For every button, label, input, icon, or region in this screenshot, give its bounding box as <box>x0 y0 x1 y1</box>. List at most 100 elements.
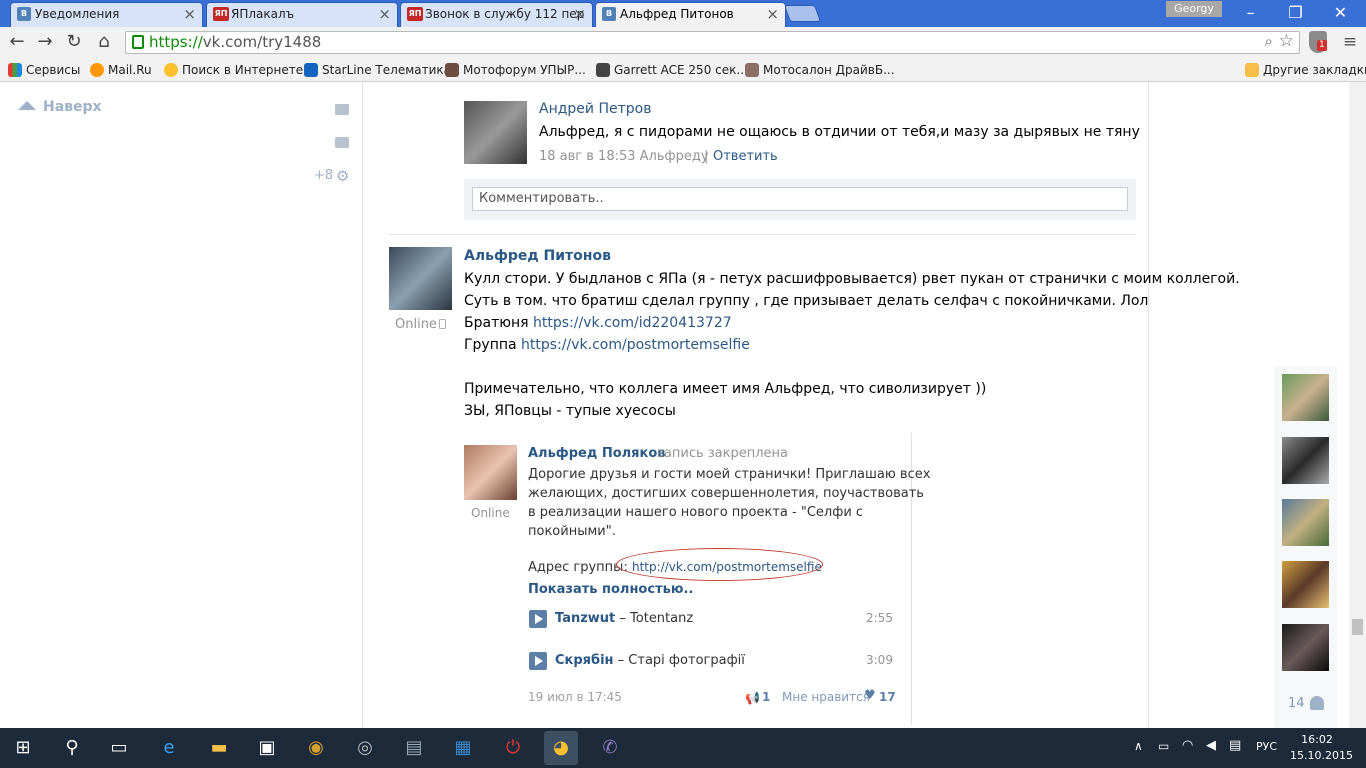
comment-author[interactable]: Андрей Петров <box>539 101 651 117</box>
tray-up-icon[interactable]: ∧ <box>1134 739 1143 753</box>
avatar[interactable] <box>464 101 527 164</box>
track-duration: 2:55 <box>866 611 893 625</box>
repost-author: Альфред Поляков <box>528 446 666 461</box>
close-icon[interactable]: × <box>766 3 779 25</box>
close-icon[interactable]: × <box>378 3 391 25</box>
power-app-icon[interactable]: ⏻ <box>496 731 530 765</box>
clock-date[interactable]: 15.10.2015 <box>1290 749 1353 762</box>
search-icon[interactable]: ⚲ <box>55 731 89 765</box>
language-indicator[interactable]: РУС <box>1256 740 1277 753</box>
repost-count: 1 <box>762 690 771 704</box>
menu-icon[interactable]: ≡ <box>1340 31 1360 53</box>
wifi-icon[interactable]: ◠ <box>1182 738 1193 753</box>
close-window-button[interactable]: ✕ <box>1318 0 1363 27</box>
message-icon[interactable]: ▤ <box>1229 738 1241 753</box>
app-icon[interactable]: ▦ <box>446 731 480 765</box>
close-icon[interactable]: × <box>573 3 586 25</box>
friend-avatar[interactable] <box>1282 437 1329 484</box>
chrome-icon[interactable]: ◕ <box>544 731 578 765</box>
avatar <box>464 445 517 500</box>
red-circle-annotation <box>616 548 823 581</box>
bookmark-services[interactable]: Сервисы <box>8 62 80 78</box>
friend-avatar[interactable] <box>1282 624 1329 671</box>
garrett-icon <box>596 63 610 77</box>
comment-input[interactable]: Комментировать.. <box>472 187 1128 211</box>
divider <box>389 234 1136 235</box>
bookmark-search[interactable]: Поиск в Интернете <box>164 62 303 78</box>
post-author[interactable]: Альфред Питонов <box>464 248 611 264</box>
bookmark-motoforum[interactable]: Мотофорум УПЫР... <box>445 62 586 78</box>
battery-icon[interactable]: ▭ <box>1158 739 1169 753</box>
scrollbar-thumb[interactable] <box>1352 619 1363 635</box>
shield-extension-icon[interactable]: 1 <box>1309 31 1327 53</box>
motosalon-icon <box>745 63 759 77</box>
reply-link[interactable]: Ответить <box>713 149 778 164</box>
friend-avatar[interactable] <box>1282 374 1329 421</box>
starline-icon <box>304 63 318 77</box>
profile-link[interactable]: https://vk.com/id220413727 <box>533 315 732 331</box>
online-status: Online <box>395 317 437 332</box>
like-count: 17 <box>879 690 896 704</box>
bookmark-other[interactable]: Другие закладки <box>1245 62 1366 78</box>
mailru-icon <box>90 63 104 77</box>
bookmark-starline[interactable]: StarLine Телематика <box>304 62 451 78</box>
track-duration: 3:09 <box>866 653 893 667</box>
gear-icon[interactable]: ⚙ <box>336 168 349 184</box>
zoom-icon[interactable]: ⌕ <box>1265 32 1273 50</box>
profile-button[interactable]: Georgy <box>1166 1 1222 17</box>
friends-count[interactable]: 14 <box>1288 696 1305 711</box>
tab-alfred-pitonov[interactable]: В Альфред Питонов × <box>595 2 786 27</box>
back-arrow-icon[interactable]: ← <box>6 31 28 53</box>
forward-arrow-icon[interactable]: → <box>34 31 56 53</box>
bookmark-motosalon[interactable]: Мотосалон ДрайвБ... <box>745 62 895 78</box>
address-bar[interactable]: https://vk.com/try1488 ⌕ ☆ <box>125 31 1300 54</box>
app-icon[interactable]: ▤ <box>397 731 431 765</box>
friend-avatar[interactable] <box>1282 561 1329 608</box>
avatar[interactable] <box>389 247 452 310</box>
comment-date[interactable]: 18 авг в 18:53 Альфреду <box>539 149 709 164</box>
group-link[interactable]: https://vk.com/postmortemselfie <box>521 337 750 353</box>
bookmark-mailru[interactable]: Mail.Ru <box>90 62 152 78</box>
show-more-link: Показать полностью.. <box>528 582 694 597</box>
viber-icon[interactable]: ✆ <box>593 731 627 765</box>
like-label: Мне нравится <box>782 690 870 704</box>
bookmark-garrett[interactable]: Garrett ACE 250 сек... <box>596 62 748 78</box>
minimize-button[interactable]: – <box>1228 0 1273 27</box>
edge-icon[interactable]: e <box>152 731 186 765</box>
online-status: Online <box>471 506 510 520</box>
tab-notifications[interactable]: В Уведомления × <box>10 2 203 27</box>
close-icon[interactable]: × <box>183 3 196 25</box>
apps-icon <box>8 63 22 77</box>
tab-label: Звонок в службу 112 пер <box>425 7 585 21</box>
tab-label: ЯПлакалъ <box>231 7 295 21</box>
separator: | <box>704 149 709 164</box>
tab-112-call[interactable]: ЯП Звонок в службу 112 пер × <box>400 2 593 27</box>
star-icon[interactable]: ☆ <box>1279 31 1294 51</box>
repost-text-line: желающих, достигших совершеннолетия, поу… <box>528 486 924 501</box>
file-explorer-icon[interactable]: ▬ <box>202 731 236 765</box>
clock-time[interactable]: 16:02 <box>1296 733 1338 746</box>
scroll-top-link[interactable]: Наверх <box>18 99 102 115</box>
new-tab-button[interactable] <box>783 5 822 22</box>
reload-icon[interactable]: ↻ <box>63 31 85 53</box>
app-icon[interactable]: ◉ <box>299 731 333 765</box>
store-icon[interactable]: ▣ <box>250 731 284 765</box>
repost-text-line: Дорогие друзья и гости моей странички! П… <box>528 467 931 482</box>
volume-icon[interactable]: ◀ <box>1206 738 1216 753</box>
home-icon[interactable]: ⌂ <box>93 31 115 53</box>
post-text-line: Примечательно, что коллега имеет имя Аль… <box>464 381 987 397</box>
up-arrow-icon <box>18 101 36 110</box>
comment-text: Альфред, я с пидорами не ощаюсь в отдичи… <box>539 124 1140 140</box>
friend-avatar[interactable] <box>1282 499 1329 546</box>
counter-plus[interactable]: +8 <box>314 168 333 183</box>
repost-text-line: покойными". <box>528 524 616 539</box>
restore-button[interactable]: ❐ <box>1273 0 1318 27</box>
chat-icon[interactable] <box>335 137 349 148</box>
task-view-icon[interactable]: ▭ <box>102 731 136 765</box>
vk-favicon-icon: В <box>602 7 616 21</box>
post-text-line: Братюня https://vk.com/id220413727 <box>464 315 732 331</box>
windows-start-icon[interactable]: ⊞ <box>6 731 40 765</box>
media-icon[interactable]: ◎ <box>348 731 382 765</box>
tab-yaplakal[interactable]: ЯП ЯПлакалъ × <box>206 2 398 27</box>
envelope-icon[interactable] <box>335 104 349 115</box>
